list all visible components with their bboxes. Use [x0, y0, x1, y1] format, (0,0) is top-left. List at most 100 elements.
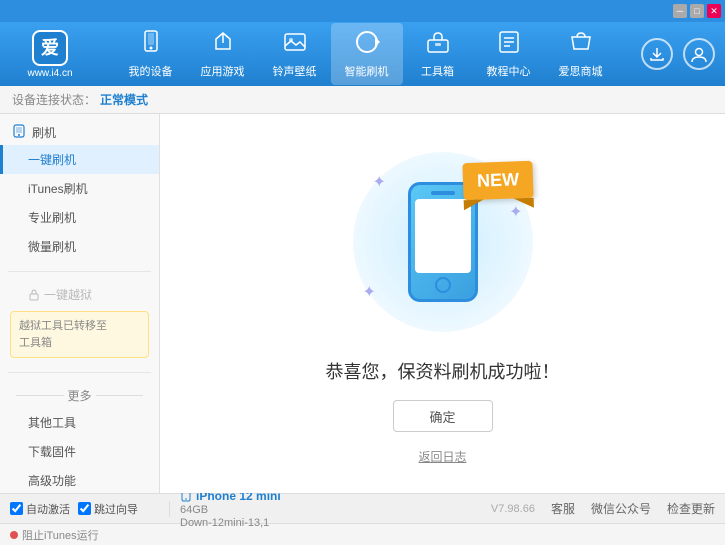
- sidebar-item-advanced[interactable]: 高级功能: [0, 466, 159, 493]
- maximize-button[interactable]: □: [690, 4, 704, 18]
- skip-wizard-checkbox[interactable]: 跳过向导: [78, 501, 138, 517]
- back-link[interactable]: 返回日志: [418, 448, 466, 465]
- dual-flash-label: 微量刷机: [28, 240, 76, 254]
- skip-wizard-input[interactable]: [78, 502, 91, 515]
- logo-icon: 爱: [32, 30, 68, 66]
- more-title-label: 更多: [68, 387, 92, 404]
- sidebar-section-more: 更多 其他工具 下载固件 高级功能: [0, 377, 159, 493]
- account-button[interactable]: [683, 38, 715, 70]
- store-icon: [568, 29, 594, 61]
- auto-launch-checkbox[interactable]: 自动激活: [10, 501, 70, 517]
- nav-label-toolbox: 工具箱: [421, 63, 454, 79]
- phone-illustration: ✦ ✦ ✦ NEW: [343, 142, 543, 342]
- sidebar-item-one-key-flash[interactable]: 一键刷机: [0, 145, 159, 174]
- skip-wizard-label: 跳过向导: [94, 501, 138, 517]
- sidebar-divider-2: [8, 372, 151, 373]
- nav-item-store[interactable]: 爱思商城: [545, 23, 617, 85]
- sidebar-section-title-flash: 刷机: [0, 120, 159, 145]
- nav-label-apps-games: 应用游戏: [201, 63, 245, 79]
- bottom-bar: 自动激活 跳过向导 iPhone 12 mini 64GB Down-12min…: [0, 493, 725, 523]
- main-layout: 刷机 一键刷机 iTunes刷机 专业刷机 微量刷机 一键越狱: [0, 114, 725, 493]
- customer-service-link[interactable]: 客服: [551, 500, 575, 517]
- flash-section-label: 刷机: [32, 124, 56, 141]
- sidebar-item-other-tools[interactable]: 其他工具: [0, 408, 159, 437]
- sidebar-notice-jailbreak: 越狱工具已转移至工具箱: [10, 311, 149, 358]
- sidebar-notice-text: 越狱工具已转移至工具箱: [19, 320, 107, 349]
- new-badge: NEW: [462, 161, 533, 200]
- phone-speaker: [431, 191, 455, 195]
- wechat-link[interactable]: 微信公众号: [591, 500, 651, 517]
- itunes-status: 阻止iTunes运行: [10, 527, 99, 543]
- itunes-status-label: 阻止iTunes运行: [22, 527, 99, 543]
- nav-label-smart-flash: 智能刷机: [345, 63, 389, 79]
- itunes-bar: 阻止iTunes运行: [0, 523, 725, 545]
- sidebar-item-download-firmware[interactable]: 下载固件: [0, 437, 159, 466]
- confirm-label: 确定: [429, 407, 455, 426]
- auto-launch-input[interactable]: [10, 502, 23, 515]
- nav-item-toolbox[interactable]: 工具箱: [403, 23, 473, 85]
- content-area: ✦ ✦ ✦ NEW 恭喜您，保资料刷机成功啦！ 确定 返回日志: [160, 114, 725, 493]
- sidebar-more-title: 更多: [0, 383, 159, 408]
- nav-label-store: 爱思商城: [559, 63, 603, 79]
- pro-flash-label: 专业刷机: [28, 211, 76, 225]
- phone-screen: [415, 199, 471, 273]
- download-firmware-label: 下载固件: [28, 445, 76, 459]
- sidebar: 刷机 一键刷机 iTunes刷机 专业刷机 微量刷机 一键越狱: [0, 114, 160, 493]
- other-tools-label: 其他工具: [28, 416, 76, 430]
- toolbox-icon: [425, 29, 451, 61]
- jailbreak-disabled-label: 一键越狱: [44, 286, 92, 303]
- more-title-line-right: [96, 395, 144, 396]
- sidebar-divider-1: [8, 271, 151, 272]
- smart-flash-icon: [354, 29, 380, 61]
- top-nav: 爱 www.i4.cn 我的设备 应用游戏: [0, 22, 725, 86]
- nav-label-tutorial: 教程中心: [487, 63, 531, 79]
- nav-right: [641, 38, 715, 70]
- download-button[interactable]: [641, 38, 673, 70]
- auto-launch-label: 自动激活: [26, 501, 70, 517]
- bottom-right: V7.98.66 客服 微信公众号 检查更新: [491, 500, 715, 517]
- title-bar: ─ □ ✕: [0, 0, 725, 22]
- version-text: V7.98.66: [491, 503, 535, 515]
- status-value: 正常模式: [100, 91, 148, 108]
- nav-label-wallpaper: 铃声壁纸: [273, 63, 317, 79]
- nav-item-wallpaper[interactable]: 铃声壁纸: [259, 23, 331, 85]
- itunes-status-dot: [10, 531, 18, 539]
- window-controls: ─ □ ✕: [673, 4, 721, 18]
- my-device-icon: [138, 29, 164, 61]
- apps-games-icon: [210, 29, 236, 61]
- sparkle-1: ✦: [373, 172, 386, 192]
- sidebar-item-dual-flash[interactable]: 微量刷机: [0, 232, 159, 261]
- svg-text:爱: 爱: [41, 38, 59, 58]
- nav-item-smart-flash[interactable]: 智能刷机: [331, 23, 403, 85]
- sidebar-item-pro-flash[interactable]: 专业刷机: [0, 203, 159, 232]
- sidebar-item-itunes-flash[interactable]: iTunes刷机: [0, 174, 159, 203]
- advanced-label: 高级功能: [28, 474, 76, 488]
- logo-text: www.i4.cn: [27, 68, 72, 79]
- minimize-button[interactable]: ─: [673, 4, 687, 18]
- flash-section-icon: [12, 124, 26, 141]
- logo-area: 爱 www.i4.cn: [10, 30, 90, 79]
- check-update-link[interactable]: 检查更新: [667, 500, 715, 517]
- bottom-left: 自动激活 跳过向导: [10, 501, 170, 517]
- itunes-flash-label: iTunes刷机: [28, 182, 88, 196]
- confirm-button[interactable]: 确定: [393, 400, 493, 432]
- more-title-line-left: [16, 395, 64, 396]
- wallpaper-icon: [282, 29, 308, 61]
- success-panel: ✦ ✦ ✦ NEW 恭喜您，保资料刷机成功啦！ 确定 返回日志: [326, 142, 560, 465]
- success-text: 恭喜您，保资料刷机成功啦！: [326, 358, 560, 384]
- nav-item-my-device[interactable]: 我的设备: [115, 23, 187, 85]
- sparkle-3: ✦: [363, 282, 376, 302]
- status-bar: 设备连接状态： 正常模式: [0, 86, 725, 114]
- new-badge-text: NEW: [476, 169, 519, 190]
- nav-item-tutorial[interactable]: 教程中心: [473, 23, 545, 85]
- tutorial-icon: [496, 29, 522, 61]
- one-key-flash-label: 一键刷机: [28, 153, 76, 167]
- nav-item-apps-games[interactable]: 应用游戏: [187, 23, 259, 85]
- sidebar-section-jailbreak: 一键越狱 越狱工具已转移至工具箱: [0, 276, 159, 368]
- sidebar-disabled-jailbreak: 一键越狱: [0, 282, 159, 307]
- status-label: 设备连接状态：: [12, 91, 96, 108]
- sidebar-section-flash: 刷机 一键刷机 iTunes刷机 专业刷机 微量刷机: [0, 114, 159, 267]
- close-button[interactable]: ✕: [707, 4, 721, 18]
- device-storage: 64GB: [180, 504, 281, 516]
- phone-home-button: [435, 277, 451, 293]
